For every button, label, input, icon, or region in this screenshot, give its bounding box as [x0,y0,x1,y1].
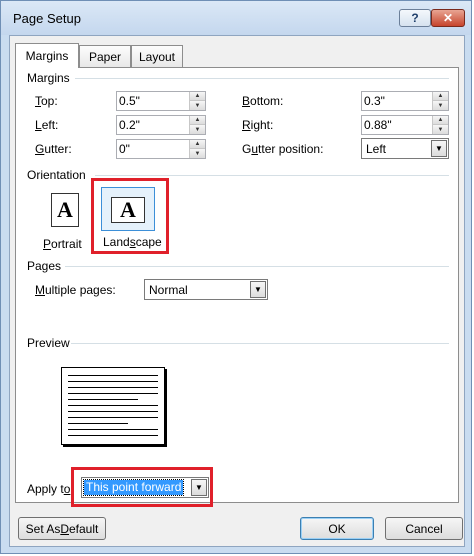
gutter-label: Gutter: [35,142,72,156]
gutter-position-dropdown[interactable]: Left ▼ [361,138,449,159]
top-label: Top: [35,94,58,108]
preview-page-thumbnail [61,367,165,445]
left-margin-value: 0.2" [119,118,140,132]
ok-button-label: OK [328,521,346,536]
portrait-option[interactable]: A Portrait [35,187,93,253]
multiple-pages-label: Multiple pages: [35,283,116,297]
multiple-pages-value: Normal [149,283,188,297]
apply-to-highlight-annotation [71,467,213,507]
margins-group-label: Margins [27,71,70,85]
right-label: Right: [242,118,274,132]
right-margin-down-arrow-icon[interactable]: ▼ [432,125,448,134]
tab-paper[interactable]: Paper [79,45,131,67]
chevron-down-icon[interactable]: ▼ [431,140,447,157]
landscape-page-icon: A [111,197,145,223]
preview-line [68,387,158,388]
margins-group-divider [75,78,449,79]
apply-to-label: Apply to: [27,482,74,496]
tab-layout-label: Layout [138,49,176,64]
landscape-option[interactable]: A Landscape [99,185,162,249]
top-margin-up-arrow-icon[interactable]: ▲ [189,92,205,101]
bottom-margin-up-arrow-icon[interactable]: ▲ [432,92,448,101]
cancel-button-label: Cancel [405,521,443,536]
bottom-label: Bottom: [242,94,284,108]
help-button[interactable]: ? [399,9,431,27]
preview-line [68,405,158,406]
gutter-down-arrow-icon[interactable]: ▼ [189,149,205,158]
tab-margins-label: Margins [25,49,69,63]
set-as-default-button[interactable]: Set As Default [18,517,106,540]
tab-margins[interactable]: Margins [15,43,79,68]
close-button[interactable]: ✕ [431,9,465,27]
gutter-up-arrow-icon[interactable]: ▲ [189,140,205,149]
top-margin-spinner[interactable]: 0.5" ▲ ▼ [116,91,206,111]
landscape-label: Landscape [103,235,162,249]
help-icon: ? [411,11,419,25]
bottom-margin-spinner[interactable]: 0.3" ▲ ▼ [361,91,449,111]
preview-line [68,399,138,400]
preview-group-divider [71,343,449,344]
preview-line [68,417,158,418]
left-margin-down-arrow-icon[interactable]: ▼ [189,125,205,134]
pages-group-label: Pages [27,259,62,273]
preview-line [68,375,158,376]
bottom-margin-down-arrow-icon[interactable]: ▼ [432,101,448,110]
portrait-label: Portrait [43,237,82,251]
portrait-page-icon: A [51,193,79,227]
preview-line [68,393,158,394]
preview-line [68,423,128,424]
right-margin-up-arrow-icon[interactable]: ▲ [432,116,448,125]
multiple-pages-dropdown[interactable]: Normal ▼ [144,279,268,300]
gutter-position-value: Left [366,142,387,156]
bottom-margin-value: 0.3" [364,94,385,108]
left-margin-spinner[interactable]: 0.2" ▲ ▼ [116,115,206,135]
page-setup-dialog: Page Setup ? ✕ Margins Paper Layout Marg… [0,0,472,554]
title-bar[interactable]: Page Setup ? ✕ [1,1,471,35]
left-label: Left: [35,118,59,132]
tab-layout[interactable]: Layout [131,45,183,67]
dialog-title: Page Setup [13,11,81,26]
preview-line [68,435,158,436]
cancel-button[interactable]: Cancel [385,517,463,540]
gutter-value: 0" [119,142,130,156]
close-icon: ✕ [442,11,454,25]
orientation-group-divider [95,175,449,176]
orientation-group-label: Orientation [27,168,86,182]
right-margin-value: 0.88" [364,118,392,132]
preview-line [68,429,158,430]
pages-group-divider [65,266,449,267]
top-margin-value: 0.5" [119,94,140,108]
gutter-spinner[interactable]: 0" ▲ ▼ [116,139,206,159]
preview-group-label: Preview [27,336,70,350]
ok-button[interactable]: OK [300,517,374,540]
gutter-position-label: Gutter position: [242,142,324,156]
preview-line [68,381,158,382]
preview-line [68,411,158,412]
tab-paper-label: Paper [88,49,122,64]
left-margin-up-arrow-icon[interactable]: ▲ [189,116,205,125]
right-margin-spinner[interactable]: 0.88" ▲ ▼ [361,115,449,135]
chevron-down-icon[interactable]: ▼ [250,281,266,298]
top-margin-down-arrow-icon[interactable]: ▼ [189,101,205,110]
